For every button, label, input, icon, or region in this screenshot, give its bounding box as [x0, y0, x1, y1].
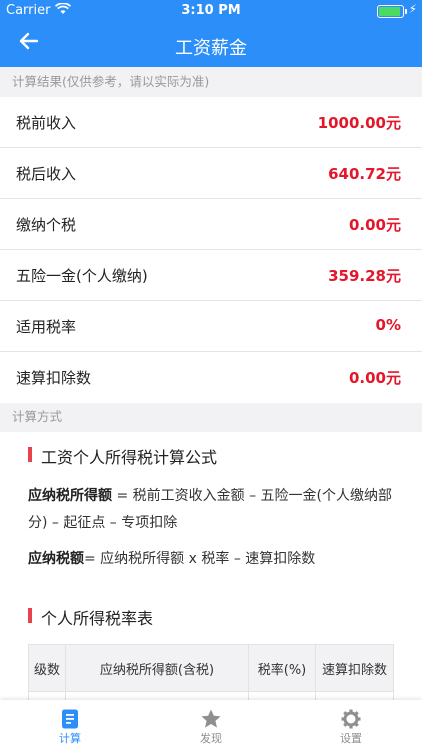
- method-panel: 工资个人所得税计算公式 应纳税所得额 = 税前工资收入金额 – 五险一金(个人缴…: [0, 432, 422, 700]
- result-row-aftertax: 税后收入 640.72元: [0, 148, 422, 199]
- tab-label: 计算: [59, 732, 81, 745]
- method-section-header: 计算方式: [12, 409, 63, 424]
- table-header-cell: 速算扣除数: [315, 644, 394, 692]
- tab-label: 设置: [340, 732, 362, 745]
- tab-label: 发现: [200, 732, 222, 745]
- battery-icon: [377, 5, 407, 18]
- star-icon: [201, 709, 221, 728]
- table-header-cell: 级数: [28, 644, 66, 692]
- row-label: 税前收入: [16, 114, 77, 132]
- formula-tax-payable: 应纳税额= 应纳税所得额 x 税率 – 速算扣除数: [28, 546, 398, 573]
- row-label: 适用税率: [16, 318, 77, 336]
- formula-taxable-income: 应纳税所得额 = 税前工资收入金额 – 五险一金(个人缴纳部分) – 起征点 –…: [28, 483, 398, 537]
- row-value: 0%: [375, 316, 401, 334]
- rate-table-heading: 个人所得税率表: [28, 605, 153, 629]
- table-row: [28, 691, 394, 700]
- rate-table: 级数 应纳税所得额(含税) 税率(%) 速算扣除数: [28, 644, 394, 700]
- gear-icon: [341, 709, 361, 729]
- formula-text: = 应纳税所得额 x 税率 – 速算扣除数: [84, 551, 316, 567]
- result-row-tax-rate: 适用税率 0%: [0, 301, 422, 352]
- formula-term: 应纳税额: [28, 551, 84, 567]
- result-row-quick-deduction: 速算扣除数 0.00元: [0, 352, 422, 403]
- page-title: 工资薪金: [175, 38, 247, 59]
- result-list: 税前收入 1000.00元 税后收入 640.72元 缴纳个税 0.00元 五险…: [0, 97, 422, 403]
- formula-term: 应纳税所得额: [28, 488, 112, 504]
- table-header-cell: 税率(%): [248, 644, 316, 692]
- status-bar: Carrier 3:10 PM ⚡: [0, 0, 422, 22]
- nav-bar: Carrier 3:10 PM ⚡ 工资薪金: [0, 0, 422, 67]
- tab-settings[interactable]: 设置: [311, 708, 391, 746]
- row-label: 税后收入: [16, 165, 77, 183]
- row-value: 640.72元: [328, 165, 401, 183]
- row-value: 0.00元: [348, 369, 401, 387]
- tab-discover[interactable]: 发现: [171, 708, 251, 746]
- calculator-icon: [62, 709, 78, 729]
- result-row-insurance: 五险一金(个人缴纳) 359.28元: [0, 250, 422, 301]
- tab-calculate[interactable]: 计算: [30, 708, 110, 746]
- row-value: 359.28元: [328, 267, 401, 285]
- table-header-row: 级数 应纳税所得额(含税) 税率(%) 速算扣除数: [28, 644, 394, 692]
- row-value: 0.00元: [348, 216, 401, 234]
- result-section-header: 计算结果(仅供参考，请以实际为准): [12, 74, 210, 89]
- row-label: 五险一金(个人缴纳): [16, 267, 148, 285]
- tab-bar: 计算 发现 设置: [0, 700, 422, 750]
- result-row-pretax: 税前收入 1000.00元: [0, 97, 422, 148]
- table-header-cell: 应纳税所得额(含税): [65, 644, 249, 692]
- rate-table-heading-text: 个人所得税率表: [41, 609, 154, 628]
- formula-heading-text: 工资个人所得税计算公式: [41, 448, 218, 467]
- formula-heading: 工资个人所得税计算公式: [28, 444, 217, 468]
- row-value: 1000.00元: [317, 114, 401, 132]
- row-label: 速算扣除数: [16, 369, 92, 387]
- clock: 3:10 PM: [181, 3, 241, 18]
- result-row-tax-paid: 缴纳个税 0.00元: [0, 199, 422, 250]
- row-label: 缴纳个税: [16, 216, 77, 234]
- charging-icon: ⚡: [408, 2, 417, 16]
